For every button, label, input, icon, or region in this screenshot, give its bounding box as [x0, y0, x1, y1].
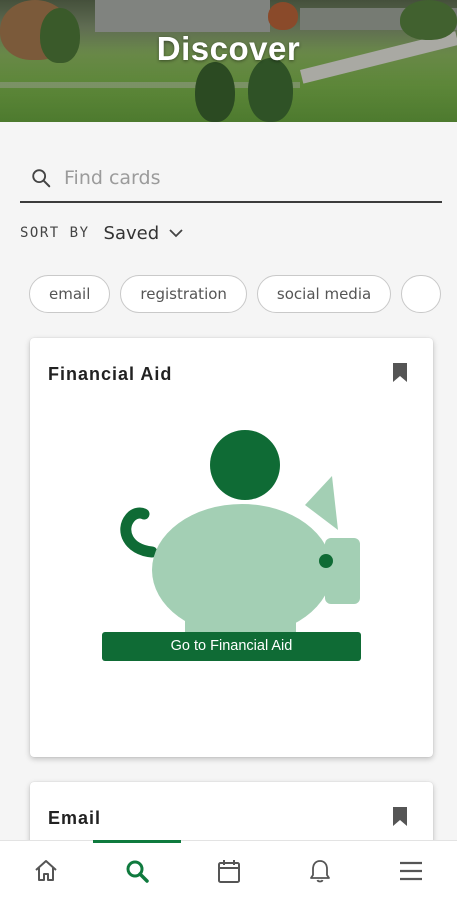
search-icon [126, 860, 149, 883]
home-icon [35, 859, 57, 881]
campus-building [95, 0, 270, 32]
nav-menu[interactable] [366, 841, 457, 900]
calendar-icon [217, 859, 240, 883]
page-title: Discover [156, 30, 301, 67]
chip-social-media[interactable]: social media [256, 275, 392, 313]
bottom-nav [0, 840, 457, 900]
bookmark-icon[interactable] [393, 807, 407, 826]
card-financial-aid[interactable]: Financial Aid Go to Financial Aid [30, 338, 433, 757]
search-icon [32, 169, 51, 188]
menu-icon [400, 861, 423, 880]
bookmark-icon[interactable] [393, 363, 407, 382]
nav-calendar[interactable] [183, 841, 274, 900]
nav-notifications[interactable] [274, 841, 365, 900]
campus-tree [195, 62, 235, 122]
chip-registration[interactable]: registration [120, 275, 247, 313]
campus-tree [268, 2, 298, 30]
card-title: Financial Aid [48, 364, 173, 384]
chevron-down-icon [169, 228, 183, 237]
bell-icon [310, 859, 330, 882]
sort-label: SORT BY [20, 225, 90, 241]
nav-home[interactable] [0, 841, 91, 900]
sort-dropdown[interactable]: Saved [104, 223, 184, 244]
piggy-bank-icon [120, 430, 360, 635]
chip-email[interactable]: email [29, 275, 111, 313]
nav-discover[interactable] [91, 840, 182, 900]
search-input[interactable] [64, 167, 424, 189]
header-banner: Discover [0, 0, 457, 122]
go-to-financial-aid-button[interactable]: Go to Financial Aid [102, 632, 361, 661]
chip-partial[interactable] [401, 275, 442, 313]
sort-value: Saved [103, 222, 160, 244]
filter-chips: email registration social media [29, 275, 457, 313]
card-title: Email [48, 808, 102, 828]
search-bar[interactable] [20, 155, 442, 203]
sort-control: SORT BY Saved [20, 220, 183, 246]
